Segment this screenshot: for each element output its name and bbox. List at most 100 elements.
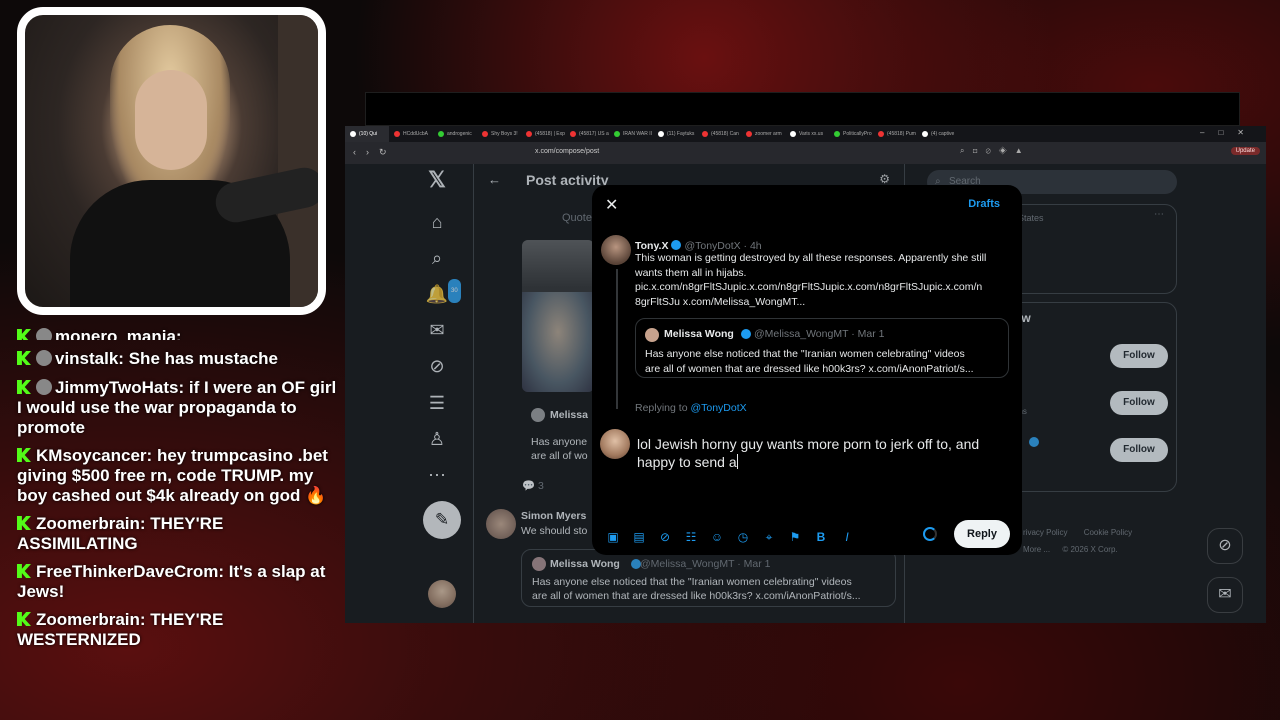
url-field[interactable]: x.com/compose/post	[535, 148, 599, 155]
tab-favicon-icon	[350, 131, 356, 137]
kick-icon	[17, 351, 31, 365]
italic-icon[interactable]: I	[838, 530, 856, 545]
kick-icon	[17, 329, 31, 340]
media-icon[interactable]: ▣	[604, 530, 622, 545]
tab-favicon-icon	[438, 131, 444, 137]
browser-tab[interactable]: IRAN WAR II	[609, 126, 653, 142]
quoted-text: Has anyone else noticed that the "Irania…	[645, 347, 974, 376]
character-count-ring	[923, 527, 937, 541]
update-button[interactable]: Update	[1230, 147, 1260, 155]
tab-label: Shy Boys 3!	[491, 131, 518, 137]
browser-tab[interactable]: zoomer arm	[741, 126, 785, 142]
tab-favicon-icon	[614, 131, 620, 137]
avatar	[36, 328, 52, 340]
avatar	[36, 379, 52, 395]
toolbar-icons[interactable]: ⌕⊡⊘◈▲	[960, 146, 1031, 156]
chat-message: JimmyTwoHats: if I were an OF girl I wou…	[17, 377, 337, 438]
verified-badge-icon	[741, 329, 751, 339]
reply-modal: ✕ Drafts Tony.X @TonyDotX · 4h This woman…	[592, 185, 1022, 555]
chat-user: Zoomerbrain:	[36, 514, 146, 533]
thread-line	[616, 269, 618, 409]
browser-tab[interactable]: (11) Faytuks	[653, 126, 697, 142]
location-icon[interactable]: ⌖	[760, 530, 778, 545]
reply-text-input[interactable]: lol Jewish horny guy wants more porn to …	[637, 435, 1007, 471]
chat-user: FreeThinkerDaveCrom:	[36, 562, 225, 581]
webcam-feed	[17, 7, 326, 315]
reply-button[interactable]: Reply	[954, 520, 1010, 548]
avatar	[645, 328, 659, 342]
chat-user: monero_mania:	[55, 327, 182, 340]
emoji-icon[interactable]: ☺	[708, 530, 726, 545]
browser-tab[interactable]: HCddUcbA	[389, 126, 433, 142]
flag-icon[interactable]: ⚑	[786, 530, 804, 545]
tab-label: (4) captive	[931, 131, 955, 137]
avatar	[600, 429, 630, 459]
replying-handle[interactable]: @TonyDotX	[690, 402, 746, 414]
verified-badge-icon	[671, 240, 682, 250]
kick-icon	[17, 612, 31, 626]
chat-user: KMsoycancer:	[36, 446, 153, 465]
browser-tab[interactable]: Shy Boys 3!	[477, 126, 521, 142]
tab-label: zoomer arm	[755, 131, 782, 137]
drafts-button[interactable]: Drafts	[968, 198, 1000, 210]
tab-label: HCddUcbA	[403, 131, 429, 137]
tab-favicon-icon	[834, 131, 840, 137]
schedule-icon[interactable]: ◷	[734, 530, 752, 545]
replying-prefix: Replying to	[635, 402, 691, 414]
bold-icon[interactable]: B	[812, 530, 830, 545]
tab-favicon-icon	[570, 131, 576, 137]
tab-favicon-icon	[746, 131, 752, 137]
browser-tab[interactable]: (45818) Can	[697, 126, 741, 142]
background-window-strip	[365, 92, 1240, 126]
avatar[interactable]	[601, 235, 631, 265]
post-link[interactable]: pic.x.com/n8grFltSJupic.x.com/n8grFltSJu…	[635, 280, 986, 295]
quoted-line: are all of women that are dressed like h…	[645, 362, 974, 375]
browser-window: (10) Qui HCddUcbA androgenic Shy Boys 3! (45…	[345, 126, 1266, 623]
close-icon[interactable]: ✕	[605, 195, 618, 215]
grok-icon[interactable]: ⊘	[656, 530, 674, 545]
quoted-post[interactable]: Melissa Wong @Melissa_WongMT · Mar 1 Has…	[635, 318, 1009, 378]
avatar	[36, 350, 52, 366]
tab-favicon-icon	[526, 131, 532, 137]
tab-label: (45817) US ar	[579, 131, 609, 137]
tab-label: (10) Qui	[359, 131, 378, 137]
poll-icon[interactable]: ☷	[682, 530, 700, 545]
post-line: wants them all in hijabs.	[635, 266, 747, 279]
nav-buttons[interactable]: ‹›↻	[353, 147, 397, 158]
quoted-handle: @Melissa_WongMT · Mar 1	[754, 328, 885, 340]
browser-tab[interactable]: (10) Qui	[345, 126, 389, 142]
chat-message: Zoomerbrain: THEY'RE WESTERNIZED	[17, 610, 337, 650]
tab-label: Varis xx.us	[799, 131, 824, 137]
tab-label: (45818) | Exp	[535, 131, 565, 137]
post-line: This woman is getting destroyed by all t…	[635, 252, 987, 264]
post-link[interactable]: 8grFltSJu x.com/Melissa_WongMT...	[635, 295, 986, 310]
tab-label: (45818) Pum	[887, 131, 916, 137]
tab-label: (11) Faytuks	[667, 131, 695, 137]
browser-tab[interactable]: (45818) Pum	[873, 126, 917, 142]
chat-message: FreeThinkerDaveCrom: It's a slap at Jews…	[17, 562, 337, 602]
tab-label: (45818) Can	[711, 131, 739, 137]
browser-tab[interactable]: PoliticallyPro	[829, 126, 873, 142]
kick-icon	[17, 564, 31, 578]
browser-tab[interactable]: (45818) | Exp	[521, 126, 565, 142]
chat-text: She has mustache	[128, 349, 278, 368]
chat-user: JimmyTwoHats:	[55, 378, 185, 397]
stream-scene: monero_mania: vinstalk: She has mustache…	[0, 0, 1280, 720]
text-caret	[736, 454, 738, 469]
chat-user: vinstalk:	[55, 349, 124, 368]
tab-favicon-icon	[482, 131, 488, 137]
tab-label: androgenic	[447, 131, 472, 137]
kick-icon	[17, 448, 31, 462]
browser-tab[interactable]: androgenic	[433, 126, 477, 142]
tab-favicon-icon	[702, 131, 708, 137]
chat-message: monero_mania:	[17, 326, 337, 340]
gif-icon[interactable]: ▤	[630, 530, 648, 545]
window-controls[interactable]: –□✕	[1200, 128, 1258, 137]
browser-tab[interactable]: Varis xx.us	[785, 126, 829, 142]
tab-favicon-icon	[394, 131, 400, 137]
browser-tab[interactable]: (4) captive	[917, 126, 961, 142]
chat-user: Zoomerbrain:	[36, 610, 146, 629]
browser-tab[interactable]: (45817) US ar	[565, 126, 609, 142]
draft-line: lol Jewish horny guy wants more porn to …	[637, 436, 980, 452]
quoted-author: Melissa Wong	[664, 328, 734, 340]
